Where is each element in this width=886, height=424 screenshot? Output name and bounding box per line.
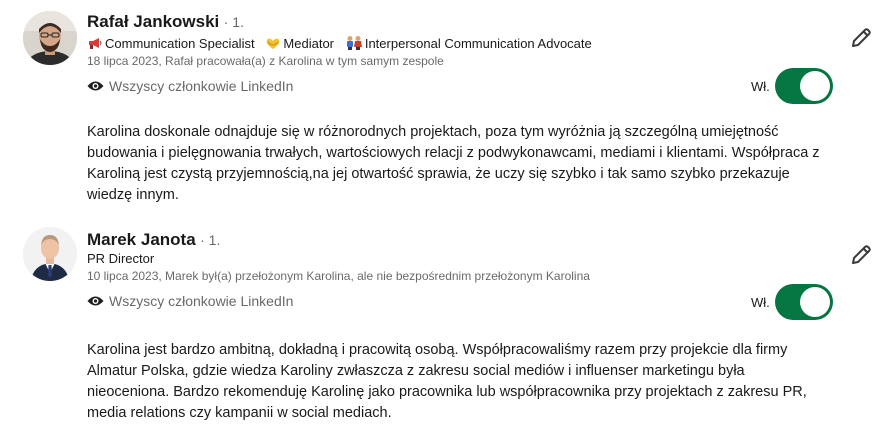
show-recommendation-toggle[interactable] [775, 284, 833, 320]
recommender-headline: PR Director [87, 251, 155, 266]
show-recommendation-toggle[interactable] [775, 68, 833, 104]
name-line: Marek Janota · 1. [87, 230, 220, 251]
recommendation-meta: 10 lipca 2023, Marek był(a) przełożonym … [87, 269, 590, 283]
toggle-knob [800, 287, 830, 317]
recommendation-item: Marek Janota · 1. PR Director 10 lipca 2… [0, 215, 886, 422]
recommendation-text: Karolina jest bardzo ambitną, dokładną i… [87, 342, 807, 421]
recommender-name[interactable]: Rafał Jankowski [87, 12, 219, 31]
recommendation-item: Rafał Jankowski · 1. Communication Speci… [0, 0, 886, 215]
avatar[interactable] [23, 227, 77, 281]
pencil-icon [852, 28, 871, 47]
headline-item: Interpersonal Communication Advocate [364, 36, 592, 51]
eye-icon [87, 81, 104, 91]
recommender-headline: Communication Specialist Mediator Interp… [87, 35, 592, 54]
connection-degree: · 1. [200, 232, 221, 248]
toggle-knob [800, 71, 830, 101]
connection-degree: · 1. [223, 14, 244, 30]
pencil-icon [852, 245, 871, 264]
headline-item: Mediator [283, 36, 334, 51]
visibility-label: Wszyscy członkowie LinkedIn [109, 78, 294, 94]
visibility-setting: Wszyscy członkowie LinkedIn [87, 293, 293, 309]
people-icon [345, 35, 363, 54]
visibility-setting: Wszyscy członkowie LinkedIn [87, 78, 293, 94]
eye-icon [87, 296, 104, 306]
avatar[interactable] [23, 11, 77, 65]
headline-item: Communication Specialist [105, 36, 255, 51]
toggle-label: Wł. [751, 295, 770, 310]
megaphone-icon [87, 36, 103, 54]
recommendation-meta: 18 lipca 2023, Rafał pracowała(a) z Karo… [87, 54, 444, 68]
name-line: Rafał Jankowski · 1. [87, 12, 244, 33]
edit-button[interactable] [846, 240, 876, 270]
recommender-name[interactable]: Marek Janota [87, 230, 196, 249]
visibility-label: Wszyscy członkowie LinkedIn [109, 293, 294, 309]
recommendation-text: Karolina doskonale odnajduje się w różno… [87, 124, 820, 203]
heart-hands-icon [265, 36, 281, 54]
edit-button[interactable] [846, 23, 876, 53]
toggle-label: Wł. [751, 79, 770, 94]
